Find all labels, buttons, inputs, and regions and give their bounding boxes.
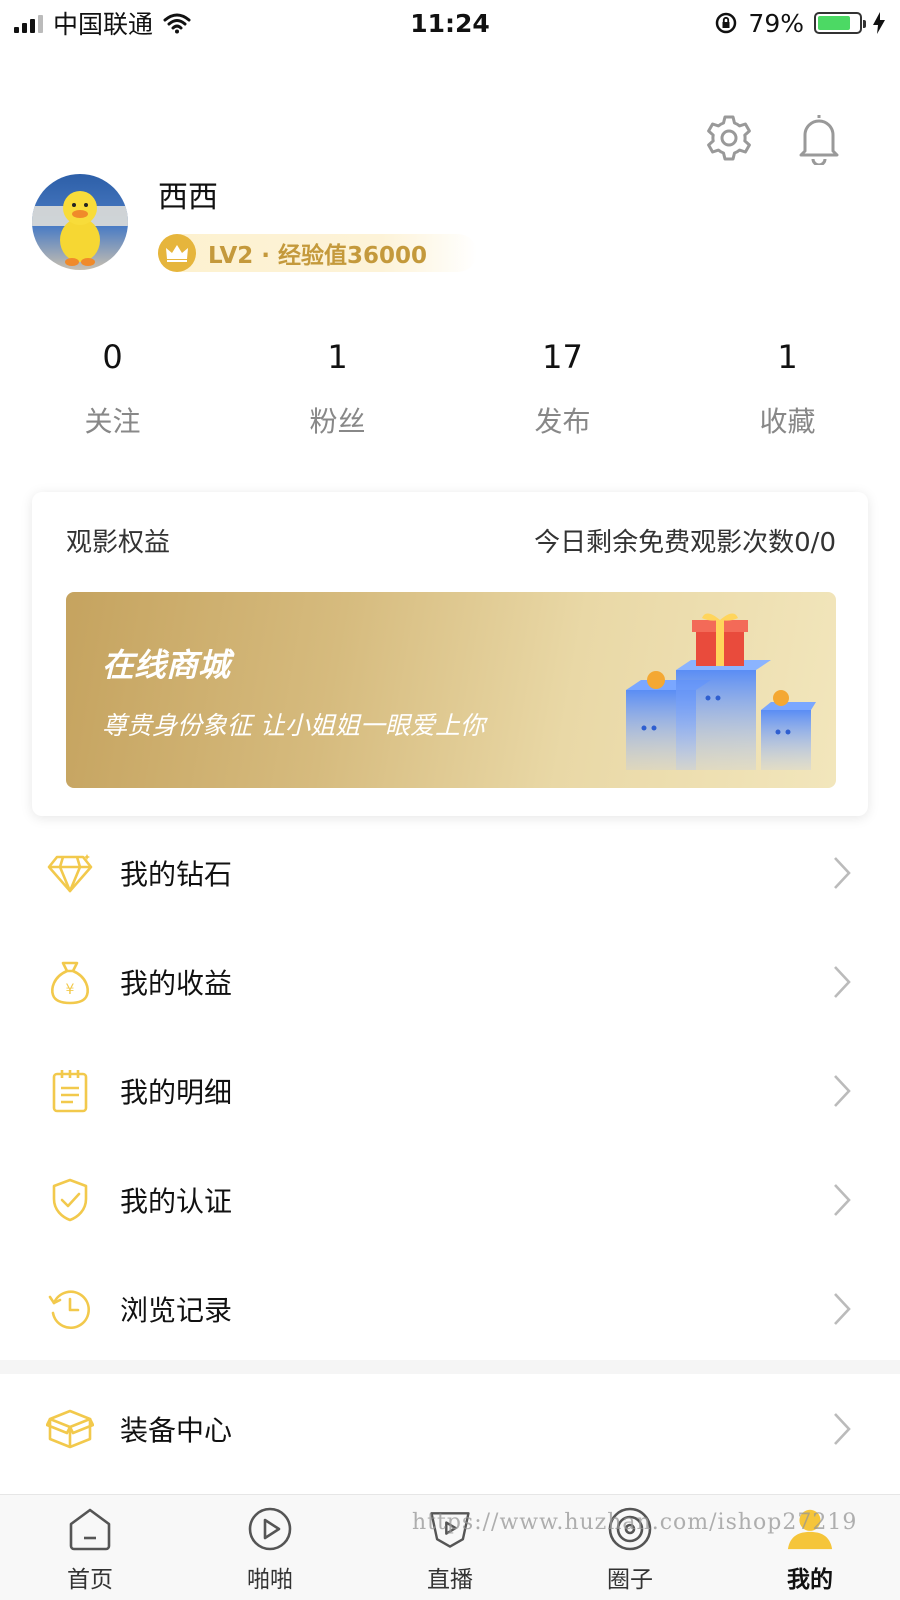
battery-icon [814, 12, 866, 34]
gift-buildings-icon [626, 613, 816, 770]
menu-item-diamonds[interactable]: 我的钻石 [0, 818, 900, 927]
menu-item-earnings[interactable]: ¥ 我的收益 [0, 927, 900, 1036]
tab-label: 圈子 [607, 1567, 653, 1593]
menu-label: 我的收益 [120, 966, 233, 1000]
tab-label: 首页 [67, 1567, 113, 1593]
bell-icon [799, 115, 839, 165]
wifi-icon [163, 13, 191, 34]
stat-posts[interactable]: 17 发布 [450, 338, 675, 440]
menu-label: 装备中心 [120, 1413, 233, 1447]
charging-icon [873, 12, 885, 34]
tab-home[interactable]: 首页 [0, 1495, 180, 1600]
notification-button[interactable] [794, 110, 844, 166]
stat-label: 粉丝 [309, 405, 366, 438]
stat-value: 0 [102, 338, 123, 376]
menu-list-secondary: 装备中心 [0, 1374, 900, 1483]
signal-icon [14, 13, 43, 33]
chevron-right-icon [830, 853, 854, 893]
watermark-text: https://www.huzhan.com/ishop27219 [412, 1510, 858, 1535]
benefit-card: 观影权益 今日剩余免费观影次数0/0 在线商城 尊贵身份象征 让小姐姐一眼爱上你 [32, 492, 868, 816]
money-bag-icon: ¥ [46, 958, 94, 1006]
profile-header: 西西 LV2 · 经验值36000 [32, 172, 478, 272]
chevron-right-icon [830, 1180, 854, 1220]
banner-subtitle: 尊贵身份象征 让小姐姐一眼爱上你 [102, 711, 485, 740]
stat-label: 发布 [534, 405, 591, 438]
notepad-icon [46, 1067, 94, 1115]
gear-icon [707, 115, 751, 161]
benefit-title: 观影权益 [66, 528, 171, 558]
diamond-icon [46, 849, 94, 897]
menu-label: 我的认证 [120, 1184, 233, 1218]
chevron-right-icon [830, 962, 854, 1002]
carrier-label: 中国联通 [53, 10, 154, 39]
menu-label: 浏览记录 [120, 1293, 233, 1327]
menu-item-equipment[interactable]: 装备中心 [0, 1374, 900, 1483]
play-icon [246, 1504, 294, 1554]
rotation-lock-icon [716, 12, 737, 34]
box-icon [46, 1405, 94, 1453]
username: 西西 [158, 180, 218, 215]
top-actions [704, 110, 844, 166]
stat-following[interactable]: 0 关注 [0, 338, 225, 440]
menu-list: 我的钻石 ¥ 我的收益 我的明细 我的认证 浏览记录 [0, 818, 900, 1363]
chevron-right-icon [830, 1289, 854, 1329]
stat-value: 1 [327, 338, 348, 376]
level-text: LV2 · 经验值36000 [208, 243, 428, 269]
history-icon [46, 1285, 94, 1333]
menu-item-history[interactable]: 浏览记录 [0, 1254, 900, 1363]
menu-label: 我的钻石 [120, 857, 233, 891]
status-bar: 中国联通 11:24 79% [0, 0, 900, 46]
section-divider [0, 1360, 900, 1374]
duck-avatar-icon [32, 191, 128, 266]
tab-label: 我的 [787, 1567, 833, 1593]
chevron-right-icon [830, 1409, 854, 1449]
mall-banner[interactable]: 在线商城 尊贵身份象征 让小姐姐一眼爱上你 [66, 592, 836, 788]
stats-row: 0 关注 1 粉丝 17 发布 1 收藏 [0, 338, 900, 440]
stat-label: 关注 [84, 405, 141, 438]
svg-text:¥: ¥ [66, 982, 75, 998]
home-icon [66, 1504, 114, 1554]
tab-papa[interactable]: 啪啪 [180, 1495, 360, 1600]
chevron-right-icon [830, 1071, 854, 1111]
tab-label: 直播 [427, 1567, 473, 1593]
stat-fans[interactable]: 1 粉丝 [225, 338, 450, 440]
settings-button[interactable] [704, 110, 754, 166]
crown-icon [158, 234, 196, 272]
tab-label: 啪啪 [247, 1567, 293, 1593]
menu-label: 我的明细 [120, 1075, 233, 1109]
stat-favorites[interactable]: 1 收藏 [675, 338, 900, 440]
menu-item-details[interactable]: 我的明细 [0, 1036, 900, 1145]
stat-value: 17 [542, 338, 583, 376]
battery-percent: 79% [748, 8, 804, 38]
benefit-remaining: 今日剩余免费观影次数0/0 [534, 528, 836, 558]
level-badge[interactable]: LV2 · 经验值36000 [158, 234, 478, 272]
stat-value: 1 [777, 338, 798, 376]
shield-check-icon [46, 1176, 94, 1224]
avatar[interactable] [32, 174, 128, 270]
banner-title: 在线商城 [102, 646, 231, 684]
stat-label: 收藏 [759, 405, 816, 438]
menu-item-verification[interactable]: 我的认证 [0, 1145, 900, 1254]
